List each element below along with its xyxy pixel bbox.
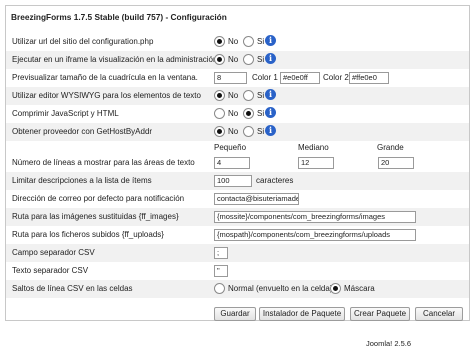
gethostbyaddr-si-radio[interactable] xyxy=(243,126,254,137)
gethostbyaddr-label: Obtener proveedor con GetHostByAddr xyxy=(12,127,153,136)
row-email: Dirección de correo por defecto para not… xyxy=(6,190,469,208)
color2-label: Color 2 xyxy=(323,73,349,82)
row-csv-field-sep: Campo separador CSV ; xyxy=(6,244,469,262)
row-textarea-lines: Pequeño Mediano Grande Número de líneas … xyxy=(6,141,469,171)
iframe-admin-si-label: Si xyxy=(257,55,265,64)
gethostbyaddr-no-label: No xyxy=(228,127,239,136)
iframe-admin-no-radio[interactable] xyxy=(214,54,225,65)
color1-input[interactable]: #e0e0ff xyxy=(280,72,320,84)
csv-field-sep-label: Campo separador CSV xyxy=(12,248,95,257)
url-config-no-label: No xyxy=(228,37,239,46)
color1-label: Color 1 xyxy=(252,73,278,82)
large-column-header: Grande xyxy=(377,143,404,152)
wysiwyg-no-radio[interactable] xyxy=(214,90,225,101)
gethostbyaddr-no-radio[interactable] xyxy=(214,126,225,137)
csv-text-sep-label: Texto separador CSV xyxy=(12,266,89,275)
iframe-admin-label: Ejecutar en un iframe la visualización e… xyxy=(12,55,218,64)
iframe-admin-no-label: No xyxy=(228,55,239,64)
url-config-label: Utilizar url del sitio del configuration… xyxy=(12,37,154,46)
medium-column-header: Mediano xyxy=(298,143,329,152)
page-title: BreezingForms 1.7.5 Stable (build 757) -… xyxy=(11,12,227,22)
grid-size-input[interactable]: 8 xyxy=(214,72,247,84)
textarea-lines-label: Número de líneas a mostrar para las área… xyxy=(12,158,195,167)
configuration-panel: BreezingForms 1.7.5 Stable (build 757) -… xyxy=(5,5,470,321)
url-config-no-radio[interactable] xyxy=(214,36,225,47)
url-config-si-radio[interactable] xyxy=(243,36,254,47)
wysiwyg-si-radio[interactable] xyxy=(243,90,254,101)
row-csv-text-sep: Texto separador CSV " xyxy=(6,262,469,280)
wysiwyg-si-label: Si xyxy=(257,91,265,100)
uploads-path-label: Ruta para los ficheros subidos {ff_uploa… xyxy=(12,230,164,239)
large-lines-input[interactable]: 20 xyxy=(378,157,414,169)
info-icon[interactable]: i xyxy=(265,125,276,136)
row-list-desc: Limitar descripciones a la lista de ítem… xyxy=(6,172,469,190)
compress-js-si-radio[interactable] xyxy=(243,108,254,119)
small-column-header: Pequeño xyxy=(214,143,247,152)
compress-js-no-label: No xyxy=(228,109,239,118)
grid-label: Previsualizar tamaño de la cuadrícula en… xyxy=(12,73,198,82)
compress-js-label: Comprimir JavaScript y HTML xyxy=(12,109,119,118)
csv-newlines-label: Saltos de línea CSV en las celdas xyxy=(12,284,133,293)
uploads-path-input[interactable]: {mospath}/components/com_breezingforms/u… xyxy=(214,229,416,241)
wysiwyg-label: Utilizar editor WYSIWYG para los element… xyxy=(12,91,201,100)
footer-version: Joomla! 2.5.6 xyxy=(366,339,412,348)
row-grid-preview: Previsualizar tamaño de la cuadrícula en… xyxy=(6,69,469,87)
small-lines-input[interactable]: 4 xyxy=(214,157,250,169)
email-label: Dirección de correo por defecto para not… xyxy=(12,194,185,203)
compress-js-no-radio[interactable] xyxy=(214,108,225,119)
url-config-si-label: Si xyxy=(257,37,265,46)
list-desc-label: Limitar descripciones a la lista de ítem… xyxy=(12,176,152,185)
row-gethostbyaddr: Obtener proveedor con GetHostByAddr No S… xyxy=(6,123,469,141)
csv-field-sep-input[interactable]: ; xyxy=(214,247,228,259)
wysiwyg-no-label: No xyxy=(228,91,239,100)
list-desc-input[interactable]: 100 xyxy=(214,175,252,187)
list-desc-suffix: caracteres xyxy=(256,176,294,185)
csv-newlines-normal-radio[interactable] xyxy=(214,283,225,294)
row-images-path: Ruta para las imágenes sustituidas {ff_i… xyxy=(6,208,469,226)
row-wysiwyg: Utilizar editor WYSIWYG para los element… xyxy=(6,87,469,105)
compress-js-si-label: Si xyxy=(257,109,265,118)
email-input[interactable]: contacta@bisuteriamade xyxy=(214,193,299,205)
images-path-label: Ruta para las imágenes sustituidas {ff_i… xyxy=(12,212,179,221)
info-icon[interactable]: i xyxy=(265,35,276,46)
iframe-admin-si-radio[interactable] xyxy=(243,54,254,65)
package-installer-button[interactable]: Instalador de Paquete xyxy=(259,307,345,321)
info-icon[interactable]: i xyxy=(265,107,276,118)
csv-newlines-mask-radio[interactable] xyxy=(330,283,341,294)
row-url-config: Utilizar url del sitio del configuration… xyxy=(6,33,469,51)
color2-input[interactable]: #ffe0e0 xyxy=(349,72,389,84)
row-compress-js: Comprimir JavaScript y HTML No Si i xyxy=(6,105,469,123)
images-path-input[interactable]: {mossite}/components/com_breezingforms/i… xyxy=(214,211,416,223)
row-csv-newlines: Saltos de línea CSV en las celdas Normal… xyxy=(6,280,469,298)
info-icon[interactable]: i xyxy=(265,89,276,100)
row-uploads-path: Ruta para los ficheros subidos {ff_uploa… xyxy=(6,226,469,244)
row-iframe-admin: Ejecutar en un iframe la visualización e… xyxy=(6,51,469,69)
csv-newlines-mask-label: Máscara xyxy=(344,284,375,293)
save-button[interactable]: Guardar xyxy=(214,307,256,321)
info-icon[interactable]: i xyxy=(265,53,276,64)
create-package-button[interactable]: Crear Paquete xyxy=(350,307,410,321)
csv-text-sep-input[interactable]: " xyxy=(214,265,228,277)
gethostbyaddr-si-label: Si xyxy=(257,127,265,136)
medium-lines-input[interactable]: 12 xyxy=(298,157,334,169)
cancel-button[interactable]: Cancelar xyxy=(415,307,463,321)
csv-newlines-normal-label: Normal (envuelto en la celda) xyxy=(228,284,333,293)
